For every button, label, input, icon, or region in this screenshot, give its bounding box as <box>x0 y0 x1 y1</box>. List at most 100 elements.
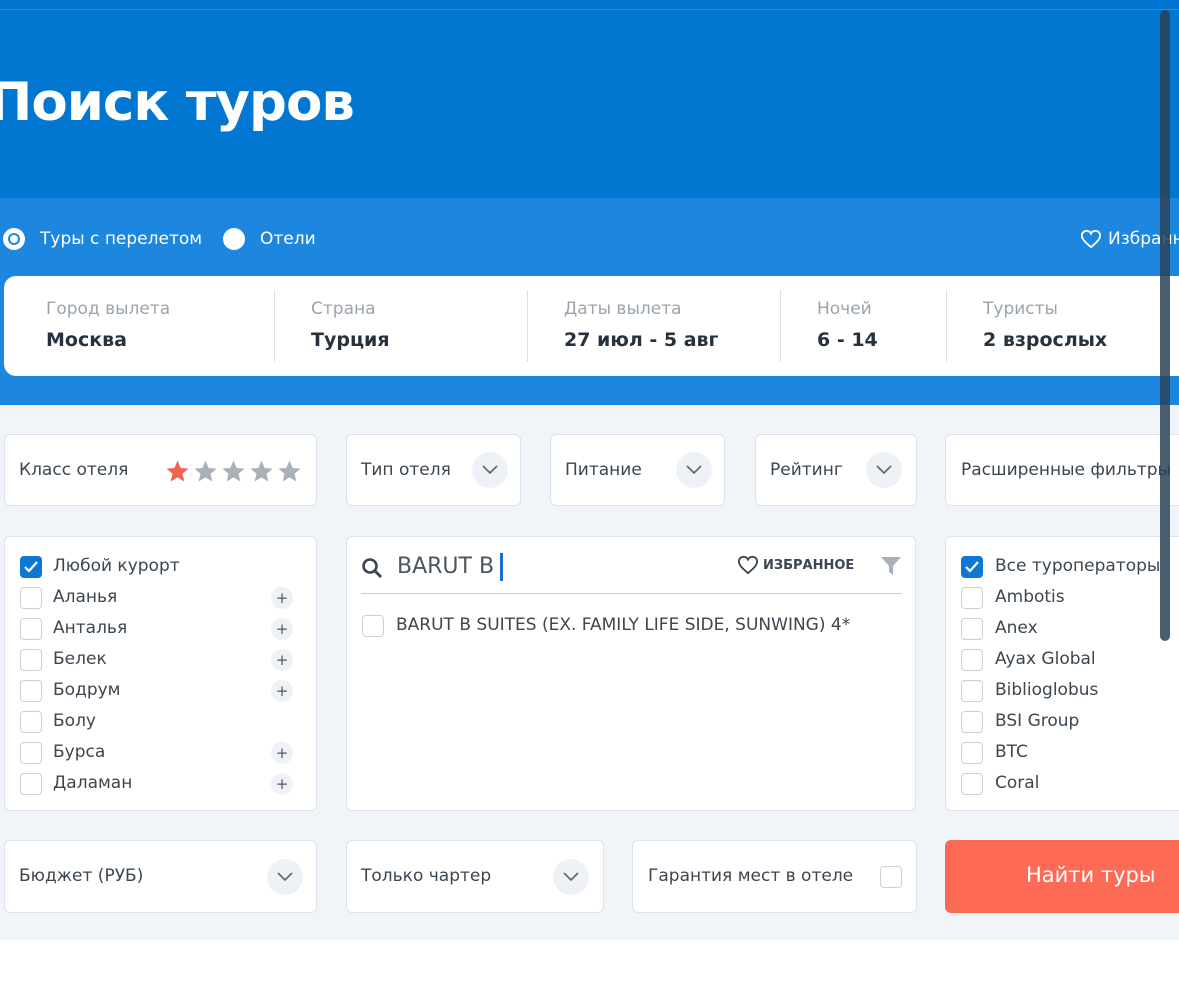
meal-dropdown[interactable]: Питание <box>550 434 725 506</box>
hotel-search-input[interactable]: BARUT B <box>397 553 504 581</box>
nights-field[interactable]: Ночей 6 - 14 <box>781 276 946 376</box>
rating-label: Рейтинг <box>770 460 843 480</box>
text-caret <box>500 553 504 581</box>
resort-checkbox[interactable] <box>20 556 42 578</box>
departure-dates-value: 27 июл - 5 авг <box>564 329 719 351</box>
hotel-class-label: Класс отеля <box>19 460 129 480</box>
resort-label[interactable]: Даламан <box>53 773 132 793</box>
hotel-search-panel: BARUT B ИЗБРАННОЕ BARUT B SUITES (EX. FA… <box>346 536 916 811</box>
charter-dropdown[interactable]: Только чартер <box>346 840 604 913</box>
resort-checkbox[interactable] <box>20 618 42 640</box>
resort-label[interactable]: Болу <box>53 711 96 731</box>
operator-label[interactable]: Все туроператоры <box>995 556 1160 576</box>
operator-checkbox[interactable] <box>961 742 983 764</box>
nights-label: Ночей <box>817 299 872 319</box>
resort-label[interactable]: Анталья <box>53 618 127 638</box>
operator-checkbox[interactable] <box>961 773 983 795</box>
budget-label: Бюджет (РУБ) <box>19 866 144 886</box>
operator-checkbox[interactable] <box>961 618 983 640</box>
tourists-value: 2 взрослых <box>983 329 1108 351</box>
operator-label[interactable]: Anex <box>995 618 1038 638</box>
operator-label[interactable]: Ambotis <box>995 587 1065 607</box>
radio-tours-with-flight[interactable] <box>3 228 25 250</box>
operator-label[interactable]: Coral <box>995 773 1039 793</box>
find-tours-label: Найти туры <box>1026 863 1156 887</box>
tour-search-page: Поиск туров Туры с перелетом Отели Избра… <box>0 0 1179 1005</box>
resort-checkbox[interactable] <box>20 649 42 671</box>
radio-hotels-label[interactable]: Отели <box>260 228 316 250</box>
operator-label[interactable]: BTC <box>995 742 1028 762</box>
operator-checkbox[interactable] <box>961 587 983 609</box>
top-strip <box>0 0 1179 10</box>
hotel-class-filter: Класс отеля <box>4 434 317 506</box>
hotel-result-label[interactable]: BARUT B SUITES (EX. FAMILY LIFE SIDE, SU… <box>396 615 850 635</box>
hotel-favorites-toggle[interactable]: ИЗБРАННОЕ <box>737 555 854 575</box>
advanced-filters-label: Расширенные фильтры <box>961 460 1171 480</box>
hotel-favorites-label: ИЗБРАННОЕ <box>763 557 855 573</box>
star-icon[interactable] <box>249 459 274 484</box>
country-value: Турция <box>311 329 390 351</box>
expand-plus-icon[interactable]: + <box>271 587 293 609</box>
resort-label[interactable]: Бодрум <box>53 680 121 700</box>
departure-dates-label: Даты вылета <box>564 299 682 319</box>
resort-checkbox[interactable] <box>20 773 42 795</box>
star-icon[interactable] <box>165 459 190 484</box>
expand-plus-icon[interactable]: + <box>271 618 293 640</box>
expand-plus-icon[interactable]: + <box>271 680 293 702</box>
heart-icon <box>1080 229 1102 249</box>
operator-checkbox[interactable] <box>961 680 983 702</box>
guarantee-label: Гарантия мест в отеле <box>648 866 854 886</box>
resort-checkbox[interactable] <box>20 711 42 733</box>
departure-dates-field[interactable]: Даты вылета 27 июл - 5 авг <box>528 276 780 376</box>
charter-label: Только чартер <box>361 866 492 886</box>
hotel-class-stars <box>165 459 302 484</box>
tourists-field[interactable]: Туристы 2 взрослых <box>947 276 1179 376</box>
operator-checkbox[interactable] <box>961 649 983 671</box>
country-field[interactable]: Страна Турция <box>275 276 527 376</box>
radio-tours-with-flight-label[interactable]: Туры с перелетом <box>40 228 202 250</box>
departure-city-label: Город вылета <box>46 299 171 319</box>
find-tours-button[interactable]: Найти туры <box>945 840 1179 913</box>
operator-checkbox[interactable] <box>961 711 983 733</box>
operator-label[interactable]: Ayax Global <box>995 649 1096 669</box>
guarantee-toggle[interactable]: Гарантия мест в отеле <box>632 840 917 913</box>
chevron-down-icon <box>553 859 589 895</box>
resort-checkbox[interactable] <box>20 680 42 702</box>
resort-checkbox[interactable] <box>20 587 42 609</box>
departure-city-value: Москва <box>46 329 127 351</box>
star-icon[interactable] <box>193 459 218 484</box>
country-label: Страна <box>311 299 376 319</box>
expand-plus-icon[interactable]: + <box>271 649 293 671</box>
budget-dropdown[interactable]: Бюджет (РУБ) <box>4 840 317 913</box>
rating-dropdown[interactable]: Рейтинг <box>755 434 917 506</box>
hotel-type-dropdown[interactable]: Тип отеля <box>346 434 521 506</box>
search-input-underline <box>361 593 902 594</box>
hotel-result-checkbox[interactable] <box>362 615 384 637</box>
chevron-down-icon <box>472 452 508 488</box>
guarantee-checkbox[interactable] <box>880 866 902 888</box>
page-title: Поиск туров <box>0 72 355 133</box>
chevron-down-icon <box>866 452 902 488</box>
tourists-label: Туристы <box>983 299 1058 319</box>
operator-label[interactable]: Biblioglobus <box>995 680 1098 700</box>
star-icon[interactable] <box>277 459 302 484</box>
scrollbar[interactable] <box>1160 10 1170 641</box>
search-icon <box>362 558 383 579</box>
meal-label: Питание <box>565 460 642 480</box>
expand-plus-icon[interactable]: + <box>271 773 293 795</box>
advanced-filters-button[interactable]: Расширенные фильтры <box>945 434 1179 506</box>
resort-label[interactable]: Аланья <box>53 587 117 607</box>
operator-label[interactable]: BSI Group <box>995 711 1079 731</box>
filter-icon[interactable] <box>880 555 902 577</box>
resort-label[interactable]: Белек <box>53 649 107 669</box>
hotel-search-value: BARUT B <box>397 554 495 579</box>
expand-plus-icon[interactable]: + <box>271 742 293 764</box>
star-icon[interactable] <box>221 459 246 484</box>
hotel-type-label: Тип отеля <box>361 460 451 480</box>
resort-checkbox[interactable] <box>20 742 42 764</box>
departure-city-field[interactable]: Город вылета Москва <box>4 276 274 376</box>
resort-label[interactable]: Любой курорт <box>53 556 180 576</box>
operator-checkbox[interactable] <box>961 556 983 578</box>
radio-hotels[interactable] <box>223 228 245 250</box>
resort-label[interactable]: Бурса <box>53 742 105 762</box>
